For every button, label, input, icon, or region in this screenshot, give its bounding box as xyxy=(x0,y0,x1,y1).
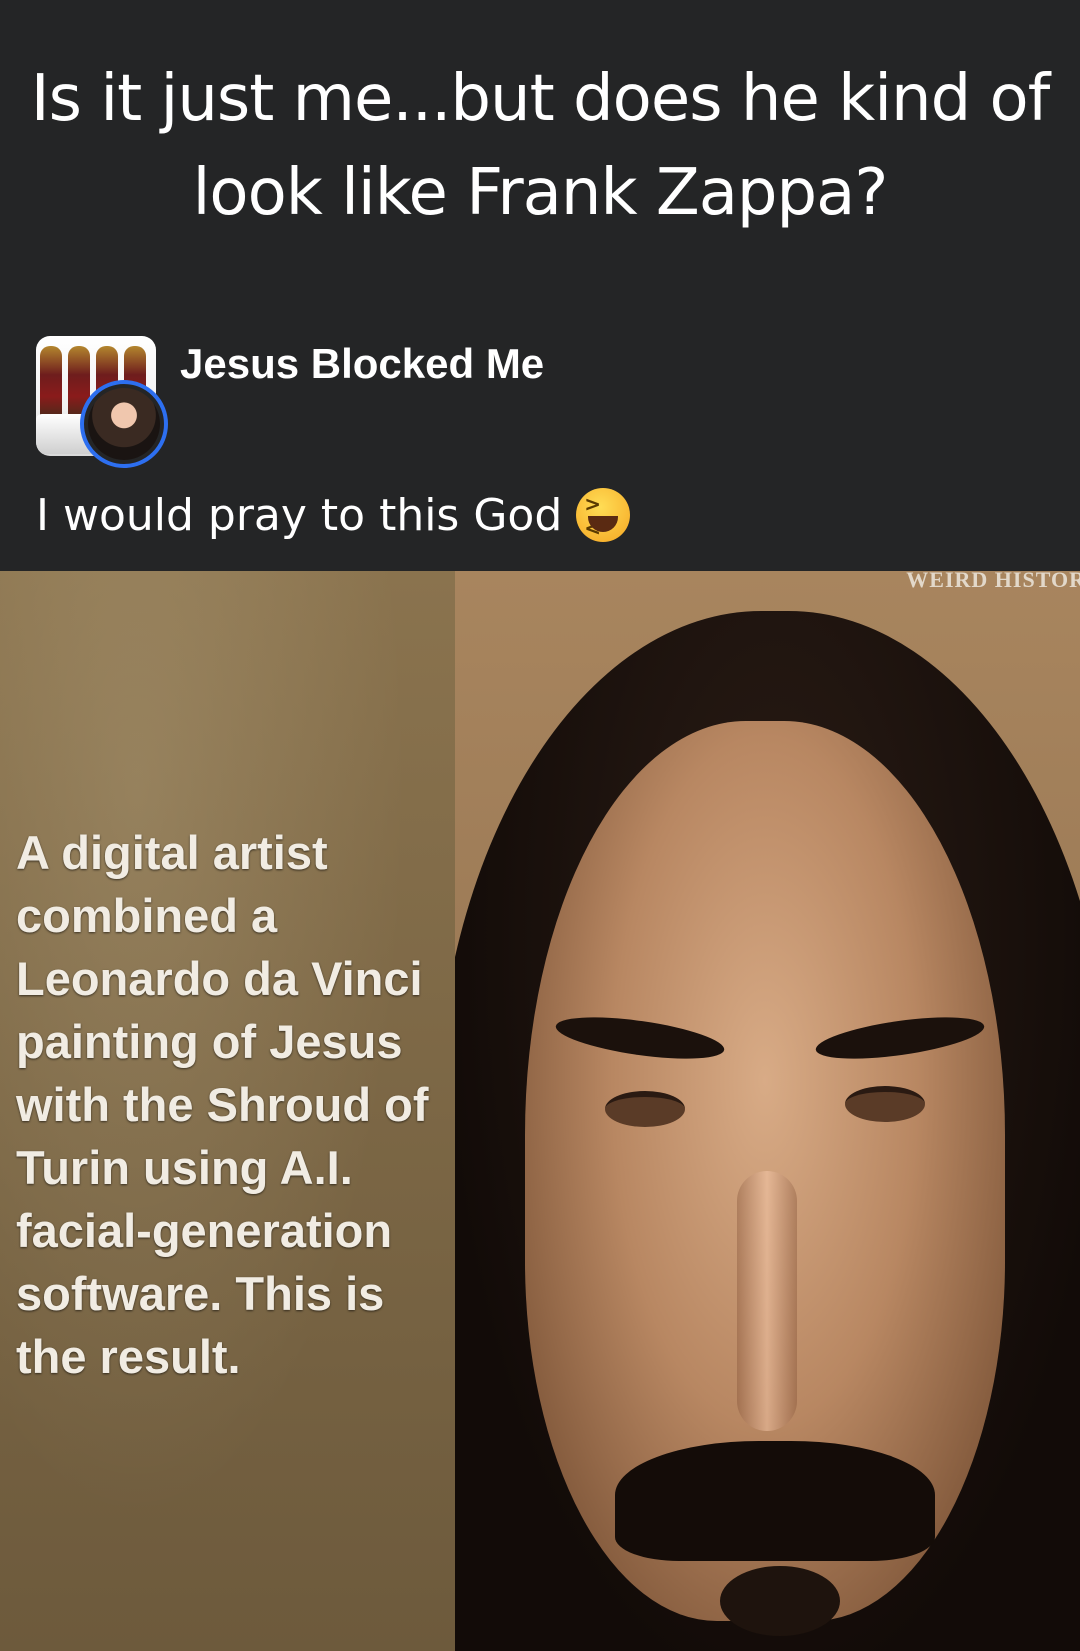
soldier-figure xyxy=(40,346,62,418)
face-shape xyxy=(525,721,1005,1636)
user-avatar[interactable] xyxy=(80,380,168,468)
meme-caption: A digital artist combined a Leonardo da … xyxy=(16,826,429,1383)
nose-shape xyxy=(737,1171,797,1431)
laughing-face-icon xyxy=(576,488,631,542)
post-text-content: I would pray to this God xyxy=(36,489,563,541)
post-header: Jesus Blocked Me xyxy=(36,336,1036,472)
face-portrait: WEIRD HISTOR xyxy=(455,571,1080,1651)
meme-text-panel: A digital artist combined a Leonardo da … xyxy=(0,571,455,1651)
watermark: WEIRD HISTOR xyxy=(906,571,1080,592)
user-avatar-image xyxy=(88,388,160,460)
left-eyebrow xyxy=(553,1009,727,1067)
post-image[interactable]: A digital artist combined a Leonardo da … xyxy=(0,571,1080,1651)
post-text: I would pray to this God xyxy=(36,488,631,542)
goatee-shape xyxy=(720,1566,840,1636)
author-name[interactable]: Jesus Blocked Me xyxy=(180,340,544,388)
post-caption: Is it just me...but does he kind of look… xyxy=(30,62,1050,230)
right-eye xyxy=(845,1086,925,1122)
mustache-shape xyxy=(615,1441,935,1561)
right-eyebrow xyxy=(813,1009,987,1067)
left-eye xyxy=(605,1091,685,1127)
